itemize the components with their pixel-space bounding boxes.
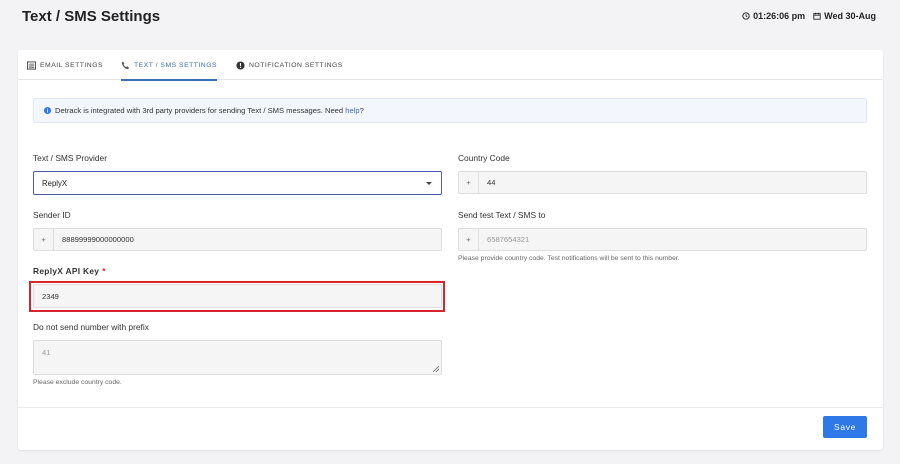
- info-icon: [44, 107, 51, 114]
- api-key-label-text: ReplyX API Key: [33, 266, 100, 276]
- current-time: 01:26:06 pm: [753, 11, 806, 21]
- country-code-prefix: +: [459, 172, 479, 193]
- settings-tabs: EMAIL SETTINGS TEXT / SMS SETTINGS NOTIF…: [18, 50, 883, 81]
- tab-text-sms-settings-label: TEXT / SMS SETTINGS: [134, 61, 218, 69]
- country-code-field[interactable]: + 44: [458, 171, 867, 194]
- info-text: Detrack is integrated with 3rd party pro…: [55, 106, 344, 115]
- save-button[interactable]: Save: [823, 416, 867, 438]
- test-number-label: Send test Text / SMS to: [458, 210, 546, 220]
- tab-text-sms-settings[interactable]: TEXT / SMS SETTINGS: [121, 50, 218, 81]
- info-suffix: ?: [359, 106, 364, 115]
- calendar-icon: [813, 12, 821, 20]
- required-marker: *: [102, 266, 106, 276]
- page-title: Text / SMS Settings: [22, 8, 161, 25]
- country-code-label: Country Code: [458, 153, 510, 163]
- clock-icon: [742, 12, 750, 20]
- clock: 01:26:06 pm Wed 30-Aug: [742, 11, 876, 21]
- test-number-prefix: +: [459, 229, 479, 250]
- tab-email-settings[interactable]: EMAIL SETTINGS: [27, 50, 103, 80]
- prefix-exclusion-textarea[interactable]: 41: [33, 340, 442, 375]
- country-code-value: 44: [487, 178, 496, 187]
- prefix-exclusion-help: Please exclude country code.: [33, 379, 122, 386]
- resize-handle-icon[interactable]: [433, 366, 439, 372]
- test-number-placeholder: 6587654321: [487, 235, 530, 244]
- api-key-input[interactable]: 2349: [33, 284, 442, 308]
- sender-id-prefix: +: [34, 229, 54, 250]
- api-key-label: ReplyX API Key *: [33, 266, 106, 276]
- chevron-down-icon: [426, 181, 432, 185]
- tab-notification-settings-label: NOTIFICATION SETTINGS: [249, 61, 343, 69]
- test-number-field[interactable]: + 6587654321: [458, 228, 867, 251]
- test-number-help: Please provide country code. Test notifi…: [458, 255, 680, 262]
- list-icon: [27, 60, 36, 70]
- footer-divider: [18, 407, 883, 408]
- sender-id-field[interactable]: + 88899999000000000: [33, 228, 442, 251]
- provider-select[interactable]: ReplyX: [33, 171, 442, 195]
- sender-id-value: 88899999000000000: [62, 235, 134, 244]
- alert-circle-icon: [236, 60, 245, 70]
- phone-icon: [121, 61, 130, 69]
- tab-email-settings-label: EMAIL SETTINGS: [40, 61, 104, 69]
- prefix-exclusion-label: Do not send number with prefix: [33, 322, 149, 332]
- prefix-exclusion-placeholder: 41: [42, 348, 51, 357]
- sender-id-label: Sender ID: [33, 210, 71, 220]
- settings-card: EMAIL SETTINGS TEXT / SMS SETTINGS NOTIF…: [18, 50, 883, 450]
- info-banner: Detrack is integrated with 3rd party pro…: [33, 98, 867, 123]
- provider-label: Text / SMS Provider: [33, 153, 107, 163]
- help-link[interactable]: help: [345, 106, 359, 115]
- current-date: Wed 30-Aug: [824, 11, 876, 21]
- api-key-value: 2349: [42, 291, 59, 301]
- tab-notification-settings[interactable]: NOTIFICATION SETTINGS: [236, 50, 343, 80]
- provider-selected-value: ReplyX: [42, 178, 68, 188]
